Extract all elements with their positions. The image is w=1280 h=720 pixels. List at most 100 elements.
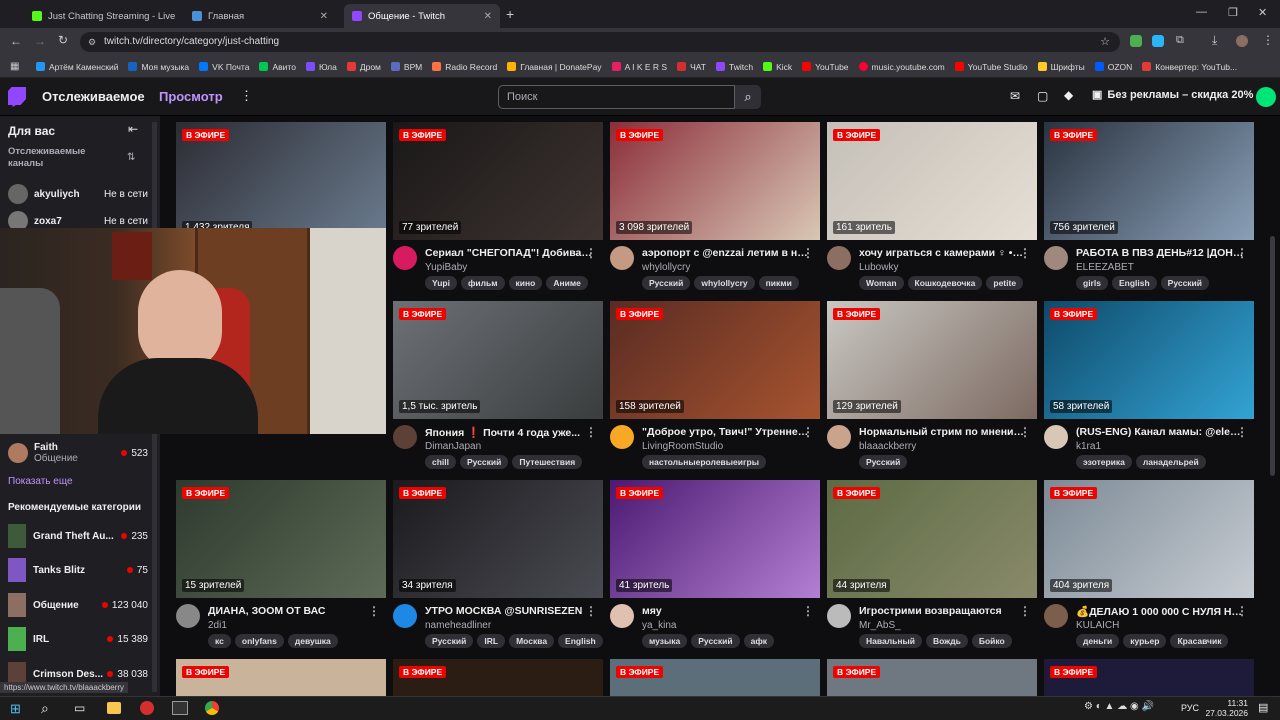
bookmark-item[interactable]: Артём Каменский: [36, 62, 118, 72]
profile-avatar[interactable]: [1236, 35, 1248, 47]
main-scrollbar[interactable]: [1270, 236, 1275, 476]
stream-title[interactable]: ДИАНА, ЗООМ ОТ ВАС: [208, 605, 376, 617]
tag-pill[interactable]: кс: [208, 634, 231, 648]
notifications-icon[interactable]: ▤: [1258, 701, 1268, 714]
tag-pill[interactable]: ланадельрей: [1135, 455, 1206, 469]
url-field[interactable]: ⚙ twitch.tv/directory/category/just-chat…: [80, 32, 1120, 52]
tag-pill[interactable]: English: [1111, 276, 1157, 290]
bookmark-item[interactable]: YouTube Studio: [954, 62, 1028, 72]
tag-pill[interactable]: Путешествия: [512, 455, 583, 469]
more-menu-icon[interactable]: ⋮: [240, 88, 253, 104]
browser-tab-twitch[interactable]: Общение - Twitch ✕: [344, 4, 500, 28]
bookmark-item[interactable]: VK Почта: [199, 62, 249, 72]
tag-pill[interactable]: petite: [986, 276, 1024, 290]
stream-card[interactable]: В ЭФИРЕ: [176, 659, 386, 696]
tag-pill[interactable]: Кошкодевочка: [907, 276, 983, 290]
show-more-link[interactable]: Показать еще: [8, 476, 73, 487]
tag-pill[interactable]: афк: [743, 634, 775, 648]
extension-icon[interactable]: [1152, 35, 1164, 47]
stream-thumbnail[interactable]: В ЭФИРЕ: [827, 659, 1037, 696]
tag-pill[interactable]: Вождь: [925, 634, 968, 648]
tag-pill[interactable]: Навальный: [859, 634, 922, 648]
channel-avatar[interactable]: [1044, 425, 1068, 449]
site-info-icon[interactable]: ⚙: [88, 32, 96, 52]
stream-title[interactable]: Игрострими возвращаются: [859, 605, 1027, 617]
stream-card[interactable]: В ЭФИРЕ 161 зритель хочу играться с камера…: [827, 122, 1037, 292]
input-language[interactable]: РУС: [1181, 703, 1199, 713]
channel-name[interactable]: Lubowky: [859, 262, 898, 273]
search-icon[interactable]: ⌕: [735, 85, 761, 109]
download-icon[interactable]: ⤓: [1212, 33, 1217, 48]
channel-name[interactable]: 2di1: [208, 620, 227, 631]
stream-thumbnail[interactable]: В ЭФИРЕ 34 зрителя: [393, 480, 603, 598]
card-menu-icon[interactable]: ⋮: [1236, 246, 1248, 260]
tag-pill[interactable]: Красавчик: [1170, 634, 1229, 648]
channel-name[interactable]: ELEEZABET: [1076, 262, 1134, 273]
whispers-icon[interactable]: ▢: [1037, 89, 1048, 103]
file-explorer-icon[interactable]: [107, 702, 121, 714]
stream-card[interactable]: В ЭФИРЕ 34 зрителя УТРО МОСКВА @SUNRISEZEN…: [393, 480, 603, 650]
channel-avatar[interactable]: [610, 425, 634, 449]
tag-pill[interactable]: IRL: [477, 634, 506, 648]
channel-avatar[interactable]: [827, 425, 851, 449]
card-menu-icon[interactable]: ⋮: [585, 425, 597, 439]
sidebar-category-chatting[interactable]: Общение 123 040: [8, 593, 148, 617]
close-window-icon[interactable]: ✕: [1258, 6, 1267, 19]
apps-grid-icon[interactable]: ▦: [10, 61, 19, 72]
reload-icon[interactable]: ↻: [58, 33, 68, 47]
stream-card[interactable]: В ЭФИРЕ 129 зрителей Нормальный стрим по м…: [827, 301, 1037, 471]
stream-card[interactable]: В ЭФИРЕ 158 зрителей "Доброе утро, Твич!" …: [610, 301, 820, 471]
prime-loot-icon[interactable]: ◆: [1064, 88, 1073, 102]
twitch-logo-icon[interactable]: [8, 87, 26, 107]
bookmark-item[interactable]: Юла: [305, 62, 337, 72]
card-menu-icon[interactable]: ⋮: [1236, 425, 1248, 439]
forward-arrow-icon[interactable]: →: [34, 34, 46, 48]
bookmark-item[interactable]: Моя музыка: [128, 62, 189, 72]
bookmark-item[interactable]: Главная | DonatePay: [507, 62, 602, 72]
channel-name[interactable]: KULAICH: [1076, 620, 1119, 631]
card-menu-icon[interactable]: ⋮: [1019, 604, 1031, 618]
tag-pill[interactable]: фильм: [460, 276, 505, 290]
stream-thumbnail[interactable]: В ЭФИРЕ 44 зрителя: [827, 480, 1037, 598]
clock[interactable]: 11:31 27.03.2026: [1202, 698, 1248, 718]
tag-pill[interactable]: пикми: [758, 276, 799, 290]
minimize-window-icon[interactable]: —: [1196, 6, 1207, 18]
restore-window-icon[interactable]: ❐: [1228, 6, 1238, 19]
channel-name[interactable]: ya_kina: [642, 620, 676, 631]
extensions-puzzle-icon[interactable]: ⧉: [1176, 34, 1184, 47]
bookmark-item[interactable]: OZON: [1094, 62, 1132, 72]
sidebar-channel-faith[interactable]: Faith Общение 523: [8, 442, 148, 464]
browser-tab-kick[interactable]: Just Chatting Streaming - Live S ✕: [24, 4, 176, 28]
tag-pill[interactable]: whylollycry: [694, 276, 755, 290]
nav-browse[interactable]: Просмотр: [159, 89, 223, 104]
stream-title[interactable]: Нормальный стрим по мнению п...: [859, 426, 1027, 438]
bookmark-item[interactable]: Авито: [259, 62, 296, 72]
stream-thumbnail[interactable]: В ЭФИРЕ 404 зрителя: [1044, 480, 1254, 598]
collapse-sidebar-icon[interactable]: ⇤: [128, 122, 138, 136]
tag-pill[interactable]: Русский: [1160, 276, 1210, 290]
channel-avatar[interactable]: [393, 425, 417, 449]
stream-card[interactable]: В ЭФИРЕ 58 зрителей (RUS-ENG) Канал мамы: …: [1044, 301, 1254, 471]
stream-card[interactable]: В ЭФИРЕ 77 зрителей Сериал "СНЕГОПАД"! Доб…: [393, 122, 603, 292]
sidebar-category-tanks[interactable]: Tanks Blitz 75: [8, 558, 148, 582]
channel-name[interactable]: whylollycry: [642, 262, 690, 273]
stream-title[interactable]: Япония ❗ Почти 4 года уже...: [425, 426, 593, 439]
tag-pill[interactable]: Yupi: [425, 276, 457, 290]
channel-avatar[interactable]: [610, 246, 634, 270]
task-view-icon[interactable]: ▭: [74, 701, 85, 715]
card-menu-icon[interactable]: ⋮: [1236, 604, 1248, 618]
stream-thumbnail[interactable]: В ЭФИРЕ 58 зрителей: [1044, 301, 1254, 419]
tag-pill[interactable]: Русский: [460, 455, 509, 469]
stream-card[interactable]: В ЭФИРЕ 404 зрителя 💰ДЕЛАЮ 1 000 000 С НУЛ…: [1044, 480, 1254, 650]
stream-thumbnail[interactable]: В ЭФИРЕ 41 зритель: [610, 480, 820, 598]
stream-title[interactable]: 💰ДЕЛАЮ 1 000 000 С НУЛЯ НА ...: [1076, 605, 1244, 618]
tag-pill[interactable]: музыка: [642, 634, 688, 648]
stream-title[interactable]: УТРО МОСКВА @SUNRISEZEN: [425, 605, 593, 617]
card-menu-icon[interactable]: ⋮: [1019, 425, 1031, 439]
obs-app-icon[interactable]: [172, 701, 188, 715]
card-menu-icon[interactable]: ⋮: [585, 246, 597, 260]
channel-avatar[interactable]: [393, 246, 417, 270]
stream-title[interactable]: хочу играться с камерами ♀ •✿• ...: [859, 247, 1027, 259]
browser-tab-home[interactable]: Главная ✕: [184, 4, 336, 28]
back-arrow-icon[interactable]: ←: [10, 34, 22, 48]
